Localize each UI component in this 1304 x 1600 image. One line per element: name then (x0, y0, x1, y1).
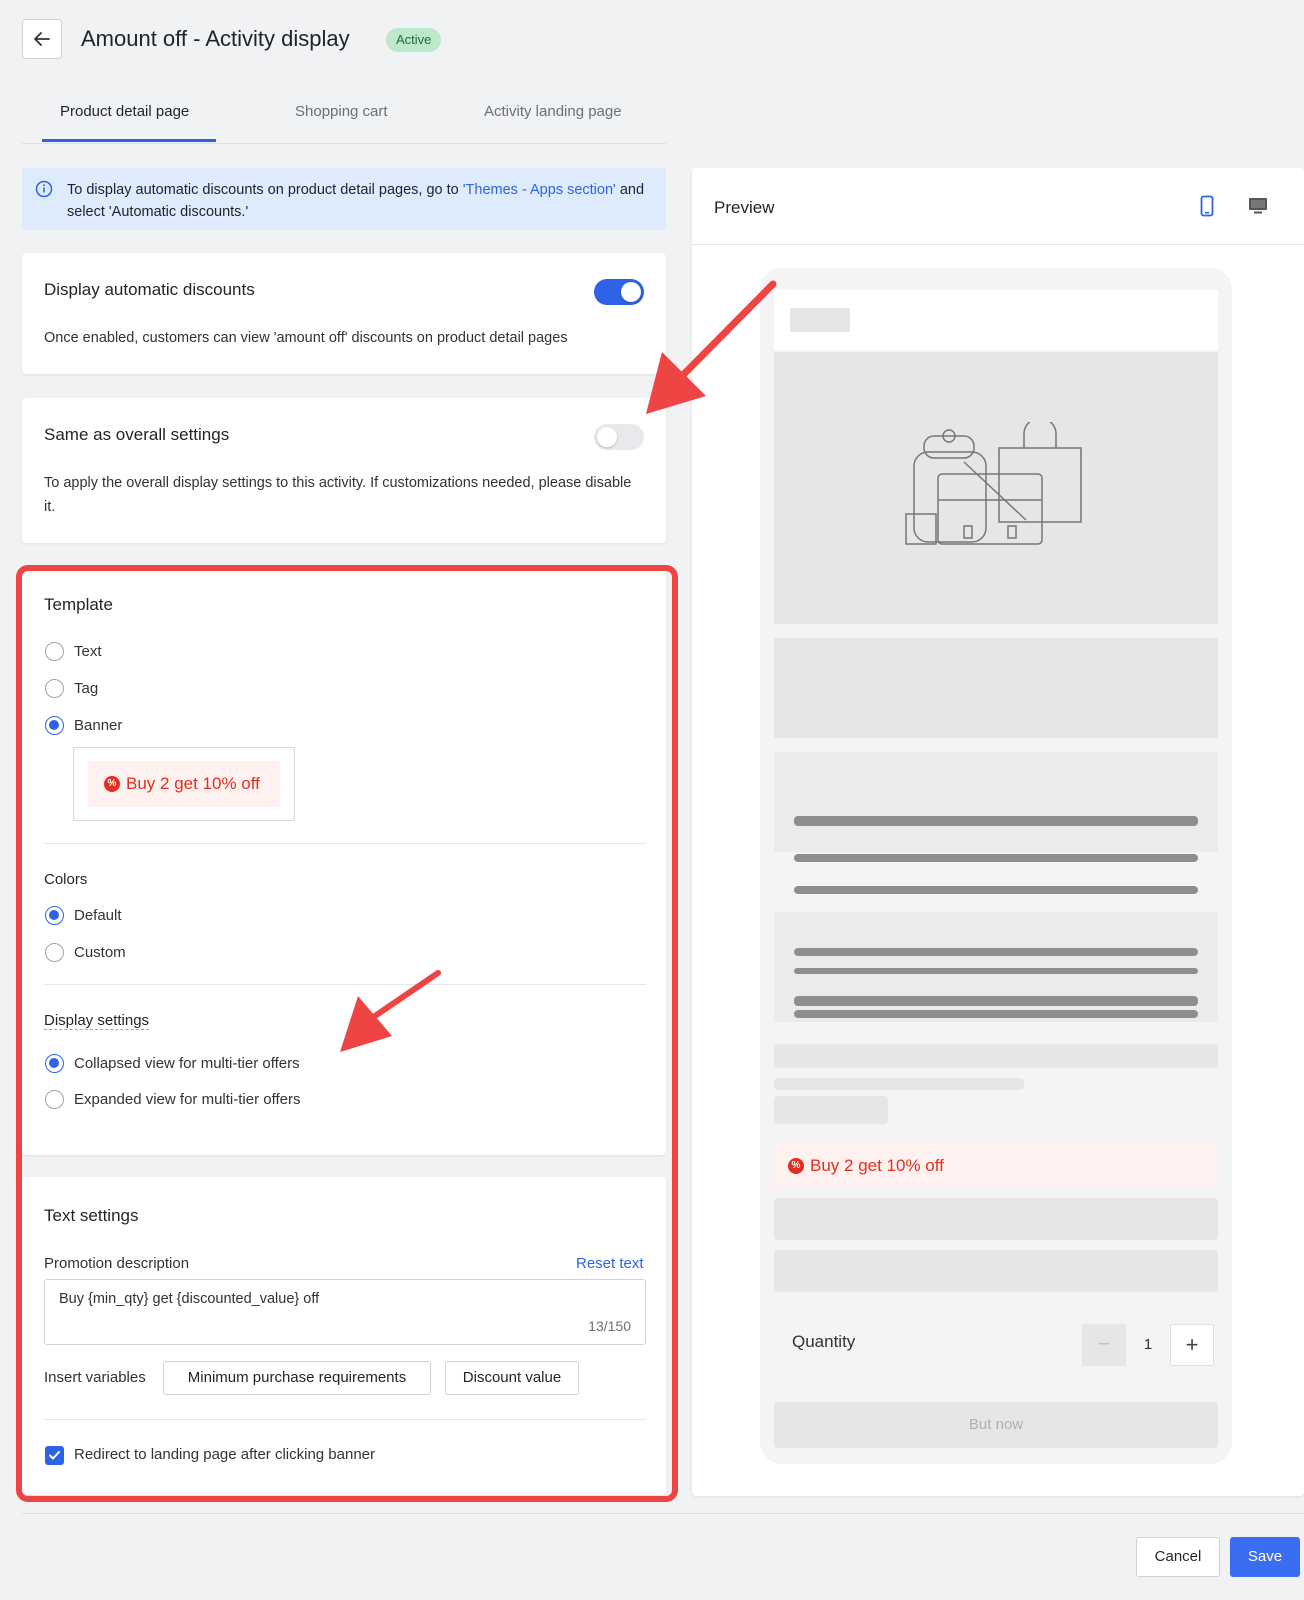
option-bar (794, 1010, 1198, 1018)
toggle-knob (597, 427, 617, 447)
same-as-overall-toggle[interactable] (594, 424, 644, 450)
mobile-icon[interactable] (1195, 194, 1219, 218)
display-automatic-title: Display automatic discounts (44, 280, 255, 299)
page-title: Amount off - Activity display (81, 26, 350, 51)
quantity-increase-button[interactable]: + (1170, 1324, 1214, 1366)
subtitle-placeholder (774, 1078, 1024, 1090)
same-as-overall-title: Same as overall settings (44, 425, 230, 444)
preview-promo-text: Buy 2 get 10% off (810, 1156, 944, 1175)
preview-panel: Preview % Buy 2 get 10% off Quantity − 1… (692, 168, 1304, 1496)
quantity-value[interactable]: 1 (1126, 1324, 1170, 1366)
placeholder-block (774, 1250, 1218, 1292)
status-badge: Active (386, 28, 442, 52)
quantity-decrease-button[interactable]: − (1082, 1324, 1126, 1366)
option-bar (794, 886, 1198, 894)
desktop-icon[interactable] (1246, 194, 1270, 218)
bags-illustration-icon (905, 422, 1082, 545)
placeholder-block (774, 1198, 1218, 1240)
back-button[interactable] (22, 19, 62, 59)
price-placeholder (774, 1096, 888, 1124)
save-button[interactable]: Save (1230, 1537, 1300, 1577)
active-tab-indicator (42, 139, 216, 142)
same-as-overall-description: To apply the overall display settings to… (44, 475, 632, 515)
footer-divider (22, 1513, 1304, 1514)
discount-badge-icon: % (788, 1158, 804, 1174)
info-text-start: To display automatic discounts on produc… (67, 182, 463, 198)
display-automatic-toggle[interactable] (594, 279, 644, 305)
tab-activity-landing-page[interactable]: Activity landing page (484, 92, 622, 144)
preview-title: Preview (714, 198, 775, 217)
toggle-knob (621, 282, 641, 302)
product-image-placeholder (774, 352, 1218, 624)
info-banner: To display automatic discounts on produc… (22, 168, 666, 230)
variant-grid-placeholder (774, 752, 1218, 852)
quantity-label: Quantity (792, 1332, 856, 1351)
same-as-overall-card: Same as overall settings To apply the ov… (22, 398, 666, 543)
display-automatic-card: Display automatic discounts Once enabled… (22, 253, 666, 374)
option-bar (794, 948, 1198, 956)
preview-promo-banner[interactable]: % Buy 2 get 10% off (774, 1144, 1218, 1188)
arrow-left-icon (34, 32, 50, 46)
option-bar (794, 854, 1198, 862)
phone-mockup: % Buy 2 get 10% off Quantity − 1 + But n… (760, 268, 1232, 1464)
title-placeholder (774, 1044, 1218, 1068)
placeholder-block (790, 308, 850, 332)
tab-shopping-cart[interactable]: Shopping cart (295, 92, 388, 144)
preview-header: Preview (692, 168, 1304, 245)
cancel-button[interactable]: Cancel (1136, 1537, 1220, 1577)
buy-now-button[interactable]: But now (774, 1402, 1218, 1448)
display-automatic-description: Once enabled, customers can view 'amount… (44, 330, 568, 346)
option-bar (794, 996, 1198, 1006)
tab-product-detail-page[interactable]: Product detail page (60, 92, 189, 144)
option-bar (794, 968, 1198, 974)
thumbnail-row-placeholder (774, 638, 1218, 738)
highlight-frame (16, 565, 678, 1502)
themes-apps-link[interactable]: 'Themes - Apps section' (463, 182, 616, 198)
option-bar (794, 816, 1198, 826)
info-icon (35, 180, 53, 198)
tab-bar: Product detail page Shopping cart Activi… (22, 92, 666, 144)
